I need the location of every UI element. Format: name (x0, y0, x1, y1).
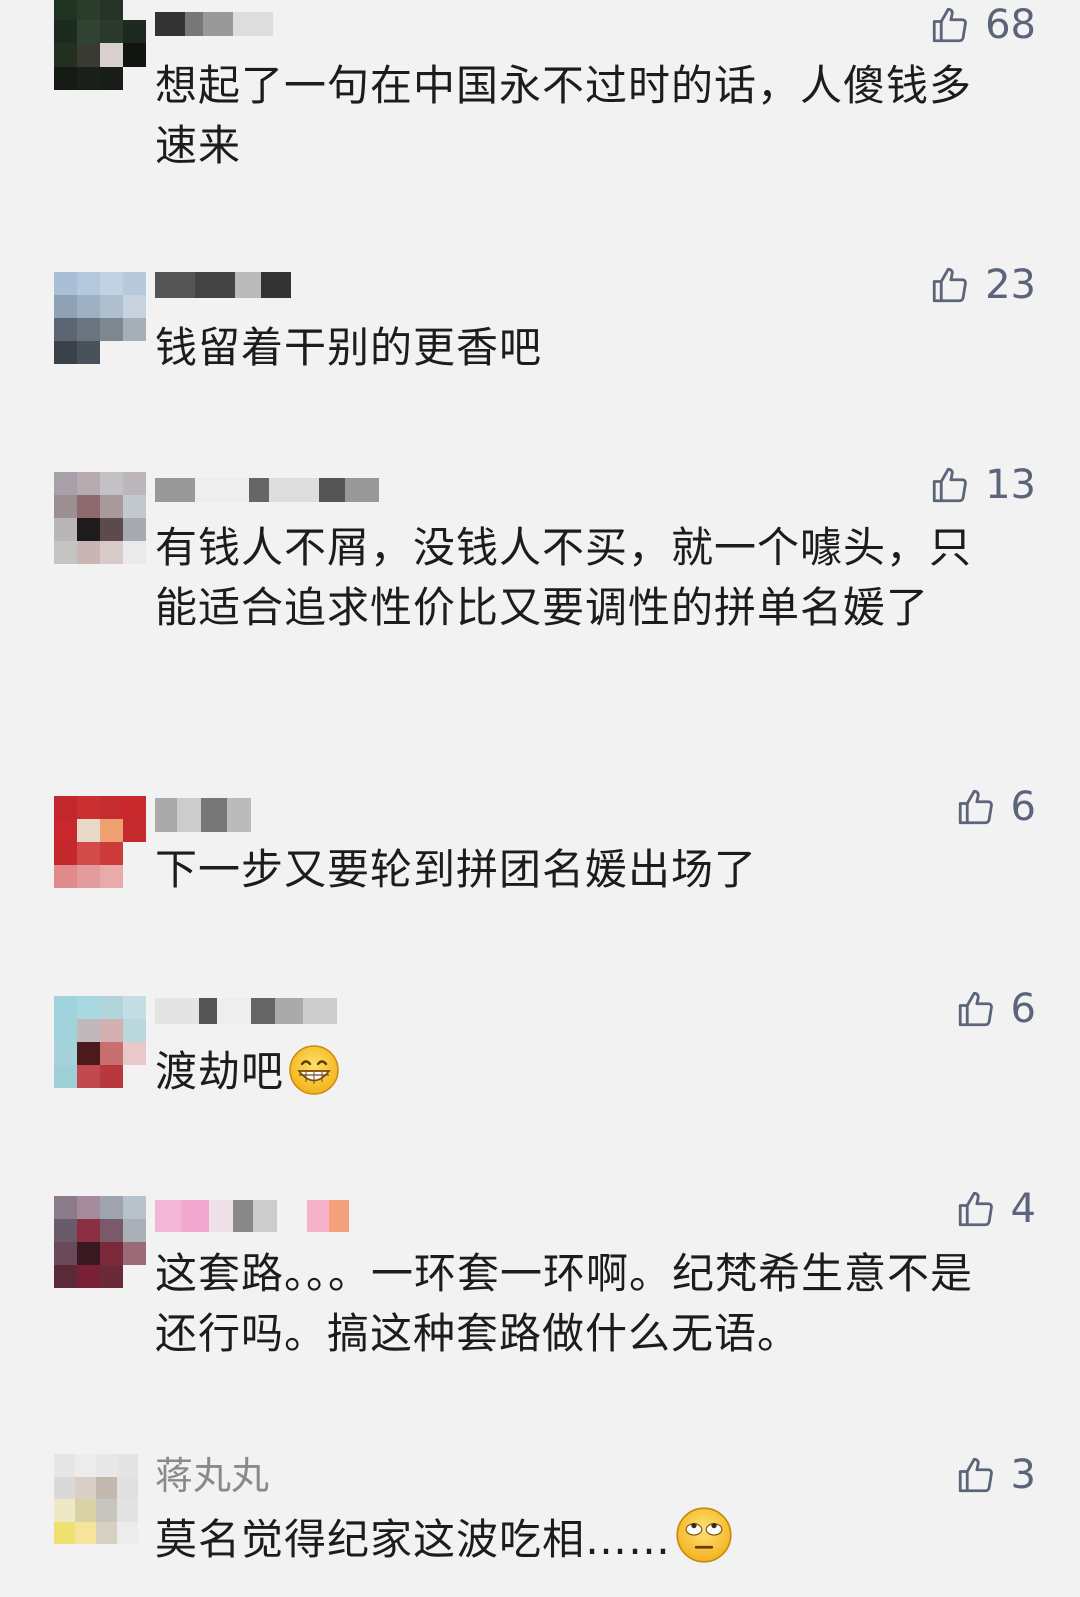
like-button[interactable]: 23 (929, 262, 1036, 308)
like-count: 3 (1010, 1452, 1036, 1498)
like-button[interactable]: 4 (955, 1186, 1036, 1232)
avatar[interactable] (54, 796, 146, 888)
thumbs-up-icon (932, 267, 967, 303)
like-button[interactable]: 6 (955, 784, 1036, 830)
comment-text: 钱留着干别的更香吧 (155, 323, 543, 372)
avatar[interactable] (54, 472, 146, 564)
thumbs-up-icon (958, 1457, 993, 1493)
comment-text: 这套路。。。一环套一环啊。纪梵希生意不是还行吗。搞这种套路做什么无语。 (155, 1249, 974, 1358)
username[interactable] (155, 272, 291, 298)
comment-text: 想起了一句在中国永不过时的话，人傻钱多速来 (155, 61, 973, 170)
username[interactable]: 蒋丸丸 (155, 1454, 269, 1498)
like-count: 4 (1010, 1186, 1036, 1232)
avatar[interactable] (54, 996, 146, 1088)
like-button[interactable]: 3 (955, 1452, 1036, 1498)
username[interactable] (155, 798, 251, 832)
thumbs-up-icon (932, 7, 967, 43)
avatar[interactable] (54, 272, 146, 364)
avatar[interactable] (54, 0, 146, 90)
thumbs-up-icon (958, 1191, 993, 1227)
like-count: 6 (1010, 784, 1036, 830)
like-button[interactable]: 68 (929, 2, 1036, 48)
thumbs-up-icon (932, 467, 967, 503)
comment-text-content: 渡劫吧 (155, 1047, 285, 1096)
avatar[interactable] (54, 1196, 146, 1288)
like-count: 6 (1010, 986, 1036, 1032)
like-button[interactable]: 13 (929, 462, 1036, 508)
username[interactable] (155, 478, 379, 502)
like-button[interactable]: 6 (955, 986, 1036, 1032)
comment-text: 下一步又要轮到拼团名媛出场了 (155, 845, 758, 894)
grin-emoji (289, 1045, 339, 1095)
like-count: 13 (985, 462, 1036, 508)
like-count: 68 (985, 2, 1036, 48)
comment-text: 莫名觉得纪家这波吃相…… (155, 1506, 995, 1570)
like-count: 23 (985, 262, 1036, 308)
comment-text-content: 莫名觉得纪家这波吃相…… (155, 1515, 672, 1564)
comment-text: 渡劫吧 (155, 1042, 995, 1102)
username[interactable] (155, 12, 273, 36)
thumbs-up-icon (958, 991, 993, 1027)
username[interactable] (155, 998, 337, 1024)
eye-roll-emoji (676, 1507, 732, 1563)
avatar[interactable] (54, 1454, 138, 1544)
thumbs-up-icon (958, 789, 993, 825)
username[interactable] (155, 1200, 349, 1232)
comment-text: 有钱人不屑，没钱人不买，就一个噱头，只能适合追求性价比又要调性的拼单名媛了 (155, 523, 973, 632)
